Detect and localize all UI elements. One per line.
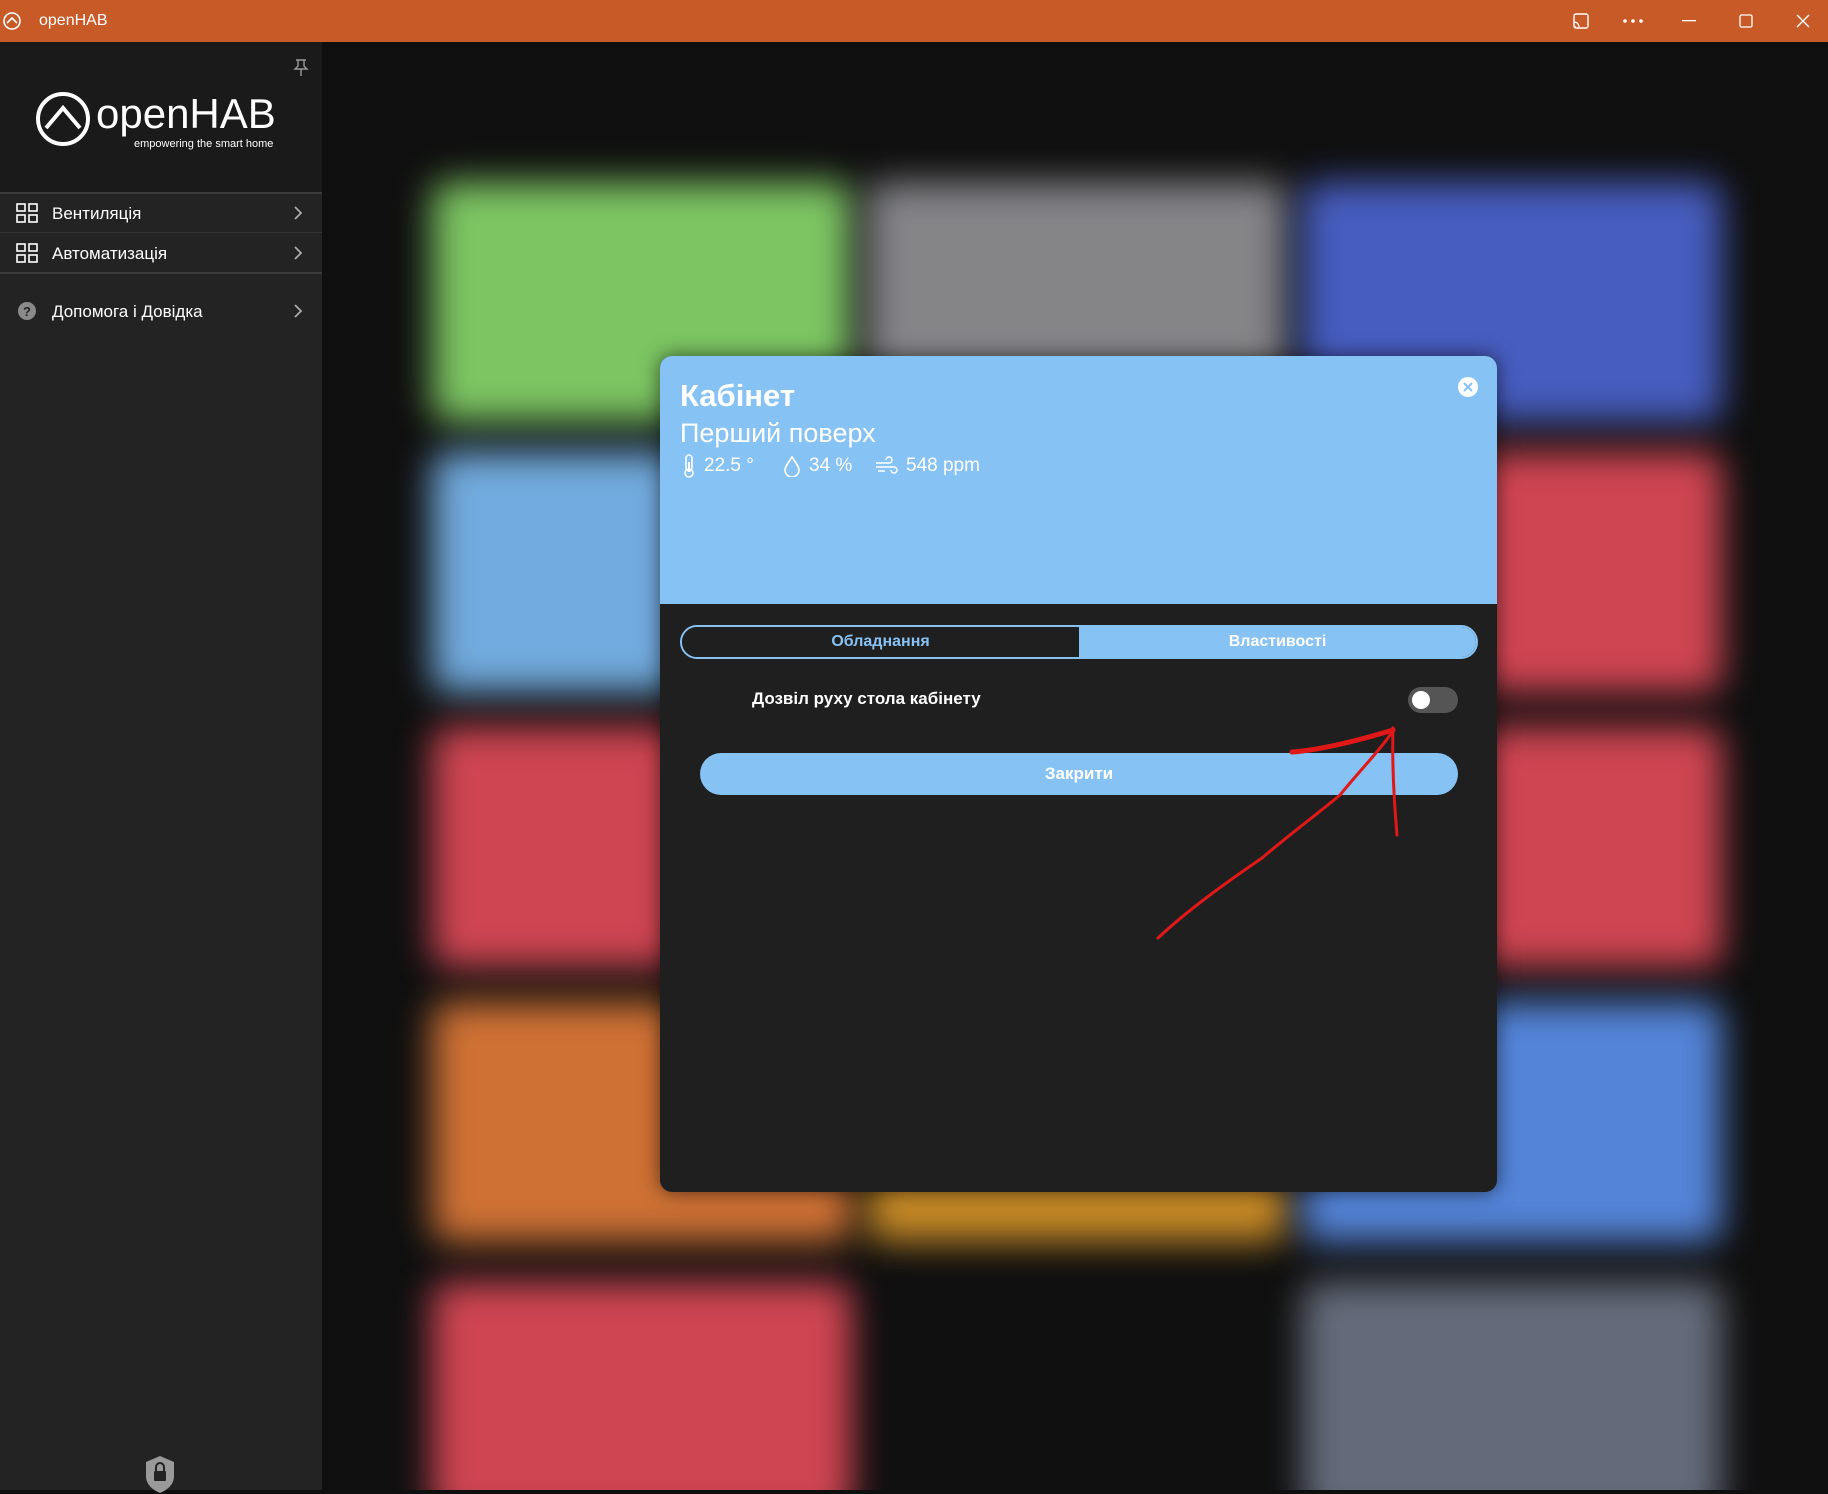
openhab-logo: openHAB empowering the smart home	[36, 84, 296, 154]
openhab-app-icon	[3, 12, 21, 30]
window-titlebar: openHAB	[0, 0, 1828, 42]
sidebar-item-label: Допомога і Довідка	[52, 302, 203, 321]
water-drop-icon	[784, 455, 800, 477]
temperature-stat: 22.5 °	[682, 452, 754, 480]
co2-stat: 548 ppm	[874, 452, 980, 480]
co2-value: 548 ppm	[906, 455, 980, 476]
chevron-right-icon	[294, 246, 303, 260]
tab-switcher: Обладнання Властивості	[680, 625, 1478, 659]
dialog-title: Кабінет	[680, 378, 796, 413]
sidebar-header: openHAB empowering the smart home	[0, 42, 322, 192]
chevron-right-icon	[294, 206, 303, 220]
pin-icon[interactable]	[290, 56, 312, 78]
lock-icon[interactable]	[143, 1454, 177, 1494]
close-window-button[interactable]	[1790, 8, 1816, 34]
humidity-value: 34 %	[809, 455, 853, 476]
sidebar-divider	[0, 232, 322, 233]
tab-equipment[interactable]: Обладнання	[682, 627, 1079, 657]
desk-movement-label: Дозвіл руху стола кабінету	[752, 689, 981, 708]
sidebar-item-label: Вентиляція	[52, 204, 142, 223]
help-icon: ?	[18, 302, 36, 320]
dashboard-tile	[1302, 1282, 1722, 1490]
more-options-icon[interactable]	[1620, 8, 1646, 34]
cast-icon[interactable]	[1568, 8, 1594, 34]
temperature-value: 22.5 °	[704, 455, 754, 476]
humidity-stat: 34 %	[783, 452, 852, 480]
thermometer-icon	[684, 454, 694, 478]
dashboard-tile	[432, 1282, 852, 1490]
close-dialog-icon[interactable]	[1457, 376, 1479, 398]
room-dialog: Кабінет Перший поверх 22.5 ° 34 % 548 pp…	[660, 356, 1497, 1192]
toggle-knob	[1412, 691, 1430, 709]
chevron-right-icon	[294, 304, 303, 318]
svg-text:?: ?	[23, 304, 31, 319]
sidebar-divider	[0, 272, 322, 274]
sidebar-item-help[interactable]: ? Допомога і Довідка	[0, 292, 322, 330]
sidebar: openHAB empowering the smart home Вентил…	[0, 42, 322, 1493]
sidebar-item-ventilation[interactable]: Вентиляція	[0, 194, 322, 232]
grid-icon	[16, 203, 38, 223]
grid-icon	[16, 243, 38, 263]
sidebar-item-label: Автоматизація	[52, 244, 168, 263]
dialog-subtitle: Перший поверх	[680, 418, 876, 448]
dialog-header: Кабінет Перший поверх 22.5 ° 34 % 548 pp…	[660, 356, 1497, 604]
wind-icon	[876, 456, 898, 474]
logo-text: openHAB	[96, 90, 276, 137]
tab-properties[interactable]: Властивості	[1079, 627, 1476, 657]
sidebar-item-automation[interactable]: Автоматизація	[0, 234, 322, 272]
desk-movement-toggle[interactable]	[1408, 687, 1458, 713]
maximize-button[interactable]	[1733, 8, 1759, 34]
logo-tagline: empowering the smart home	[134, 138, 273, 150]
minimize-button[interactable]	[1676, 8, 1702, 34]
window-title: openHAB	[39, 12, 108, 29]
close-button[interactable]: Закрити	[700, 753, 1458, 795]
